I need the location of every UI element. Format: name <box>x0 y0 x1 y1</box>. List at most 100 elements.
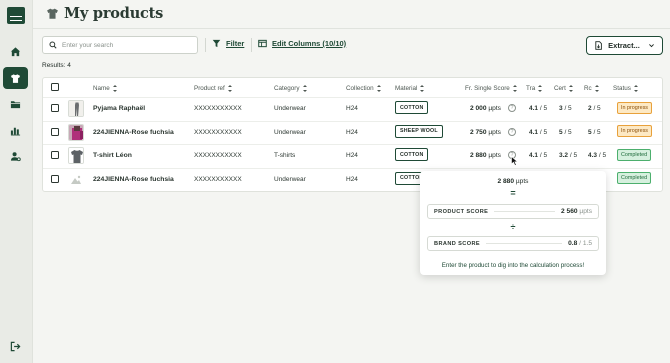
column-header-collection[interactable]: Collection <box>346 85 381 92</box>
product-name[interactable]: 224JIENNA-Rose fuchsia <box>93 129 174 136</box>
cert-score: 5 / 5 <box>559 129 572 136</box>
rc-score: 4.3 / 5 <box>588 152 606 159</box>
search-icon <box>49 41 57 49</box>
logout-button[interactable] <box>3 335 28 357</box>
search-box[interactable] <box>42 36 198 54</box>
tra-value: 4.1 <box>529 128 539 136</box>
column-header-label: Name <box>93 85 110 92</box>
cert-max: / 5 <box>569 152 578 159</box>
score-unit: µpts <box>488 105 501 112</box>
question-icon[interactable]: ? <box>508 104 516 112</box>
search-input[interactable] <box>62 41 192 49</box>
column-header-material[interactable]: Material <box>395 85 425 92</box>
product-score-divider <box>494 211 556 212</box>
score-value: 2 880 <box>470 152 487 159</box>
tra-score: 4.1 / 5 <box>529 105 547 112</box>
brand-score-max: / 1.5 <box>579 240 592 247</box>
rc-value: 4.3 <box>588 152 598 159</box>
product-category: Underwear <box>274 128 306 136</box>
status-badge: In progress <box>617 101 652 114</box>
brand-logo[interactable] <box>7 7 25 24</box>
toolbar-divider <box>205 38 206 52</box>
calculation-hint-link[interactable]: Enter the product to dig into the calcul… <box>420 262 606 269</box>
results-count: Results: 4 <box>42 62 71 69</box>
column-header-cert[interactable]: Cert <box>554 85 573 92</box>
cert-score: 3 / 5 <box>559 105 572 112</box>
product-name[interactable]: Pyjama Raphaël <box>93 105 145 112</box>
sidebar-item-analytics[interactable] <box>3 119 28 141</box>
product-score-value-group: 2 560 µpts <box>561 208 592 215</box>
rc-score: 5 / 5 <box>588 129 601 136</box>
equals-icon: = <box>510 188 516 198</box>
tra-max: / 5 <box>539 152 548 159</box>
product-ref: XXXXXXXXXXX <box>194 175 242 183</box>
popover-total-unit: µpts <box>515 178 529 185</box>
row-checkbox[interactable] <box>51 151 59 159</box>
cert-max: / 5 <box>564 128 572 136</box>
sidebar-item-folders[interactable] <box>3 93 28 115</box>
tra-value: 4.1 <box>529 152 539 159</box>
logout-icon <box>10 341 21 351</box>
row-checkbox[interactable] <box>51 127 59 136</box>
column-header-product-ref[interactable]: Product ref <box>194 85 232 92</box>
column-header-status[interactable]: Status <box>613 85 638 92</box>
column-header-label: Material <box>395 85 418 92</box>
sort-icon <box>112 85 117 92</box>
material-badge: SHEEP WOOL <box>395 124 443 138</box>
filter-label: Filter <box>226 39 245 48</box>
rc-max: / 5 <box>598 152 607 159</box>
edit-columns-button[interactable]: Edit Columns (10/10) <box>258 39 346 48</box>
cert-score: 3.2 / 5 <box>559 152 577 159</box>
column-header-tra[interactable]: Tra <box>526 85 543 92</box>
column-header-category[interactable]: Category <box>274 85 307 92</box>
rc-score: 2 / 5 <box>588 105 601 112</box>
score-unit: µpts <box>488 152 501 159</box>
extract-button[interactable]: Extract... <box>586 36 663 55</box>
rc-max: / 5 <box>593 128 601 136</box>
sidebar-item-users[interactable] <box>3 145 28 167</box>
popover-total-value: 2 880 <box>497 178 515 185</box>
product-collection: H24 <box>346 175 358 183</box>
columns-icon <box>258 39 267 48</box>
column-header-label: Tra <box>526 85 536 92</box>
page-header: My products <box>46 5 163 22</box>
row-checkbox[interactable] <box>51 104 59 112</box>
score-value: 2 000 <box>470 105 487 112</box>
filter-button[interactable]: Filter <box>212 39 244 48</box>
product-category: Underwear <box>274 175 306 183</box>
table-row[interactable]: Pyjama Raphaël XXXXXXXXXXX Underwear H24… <box>43 97 662 121</box>
sort-icon <box>633 85 638 92</box>
divide-icon: ÷ <box>510 222 516 232</box>
score-unit: µpts <box>488 128 501 136</box>
header-divider <box>33 28 670 29</box>
sidebar-item-products[interactable] <box>3 67 28 89</box>
question-icon[interactable]: ? <box>508 127 516 136</box>
product-category: Underwear <box>274 105 306 112</box>
product-name[interactable]: T-shirt Léon <box>93 152 132 159</box>
column-header-name[interactable]: Name <box>93 85 117 92</box>
sort-icon <box>512 85 517 92</box>
column-header-rc[interactable]: Rc <box>584 85 599 92</box>
row-checkbox[interactable] <box>51 174 59 183</box>
single-score: 2 750 µpts <box>470 129 501 136</box>
brand-score-row: BRAND SCORE 0.8 / 1.5 <box>427 236 599 251</box>
brand-score-value: 0.8 <box>568 240 578 247</box>
column-header-single-score[interactable]: Fr. Single Score <box>465 85 517 92</box>
table-row[interactable]: 224JIENNA-Rose fuchsia XXXXXXXXXXX Under… <box>43 121 662 145</box>
tra-score: 4.1 / 5 <box>529 152 547 159</box>
table-row[interactable]: T-shirt Léon XXXXXXXXXXX T-shirts H24 CO… <box>43 144 662 168</box>
sidebar-item-home[interactable] <box>3 40 28 62</box>
column-header-label: Product ref <box>194 85 225 92</box>
score-breakdown-popover: 2 880 µpts = PRODUCT SCORE 2 560 µpts ÷ … <box>420 171 606 275</box>
column-header-label: Rc <box>584 85 592 92</box>
sort-icon <box>568 85 573 92</box>
cert-max: / 5 <box>564 105 572 112</box>
product-collection: H24 <box>346 128 358 136</box>
sort-icon <box>420 85 425 92</box>
sidebar <box>0 0 33 363</box>
product-name[interactable]: 224JIENNA-Rose fuchsia <box>93 176 174 183</box>
brand-score-divider <box>486 243 563 244</box>
select-all-checkbox[interactable] <box>51 83 59 91</box>
sort-icon <box>376 85 381 92</box>
sort-icon <box>227 85 232 92</box>
